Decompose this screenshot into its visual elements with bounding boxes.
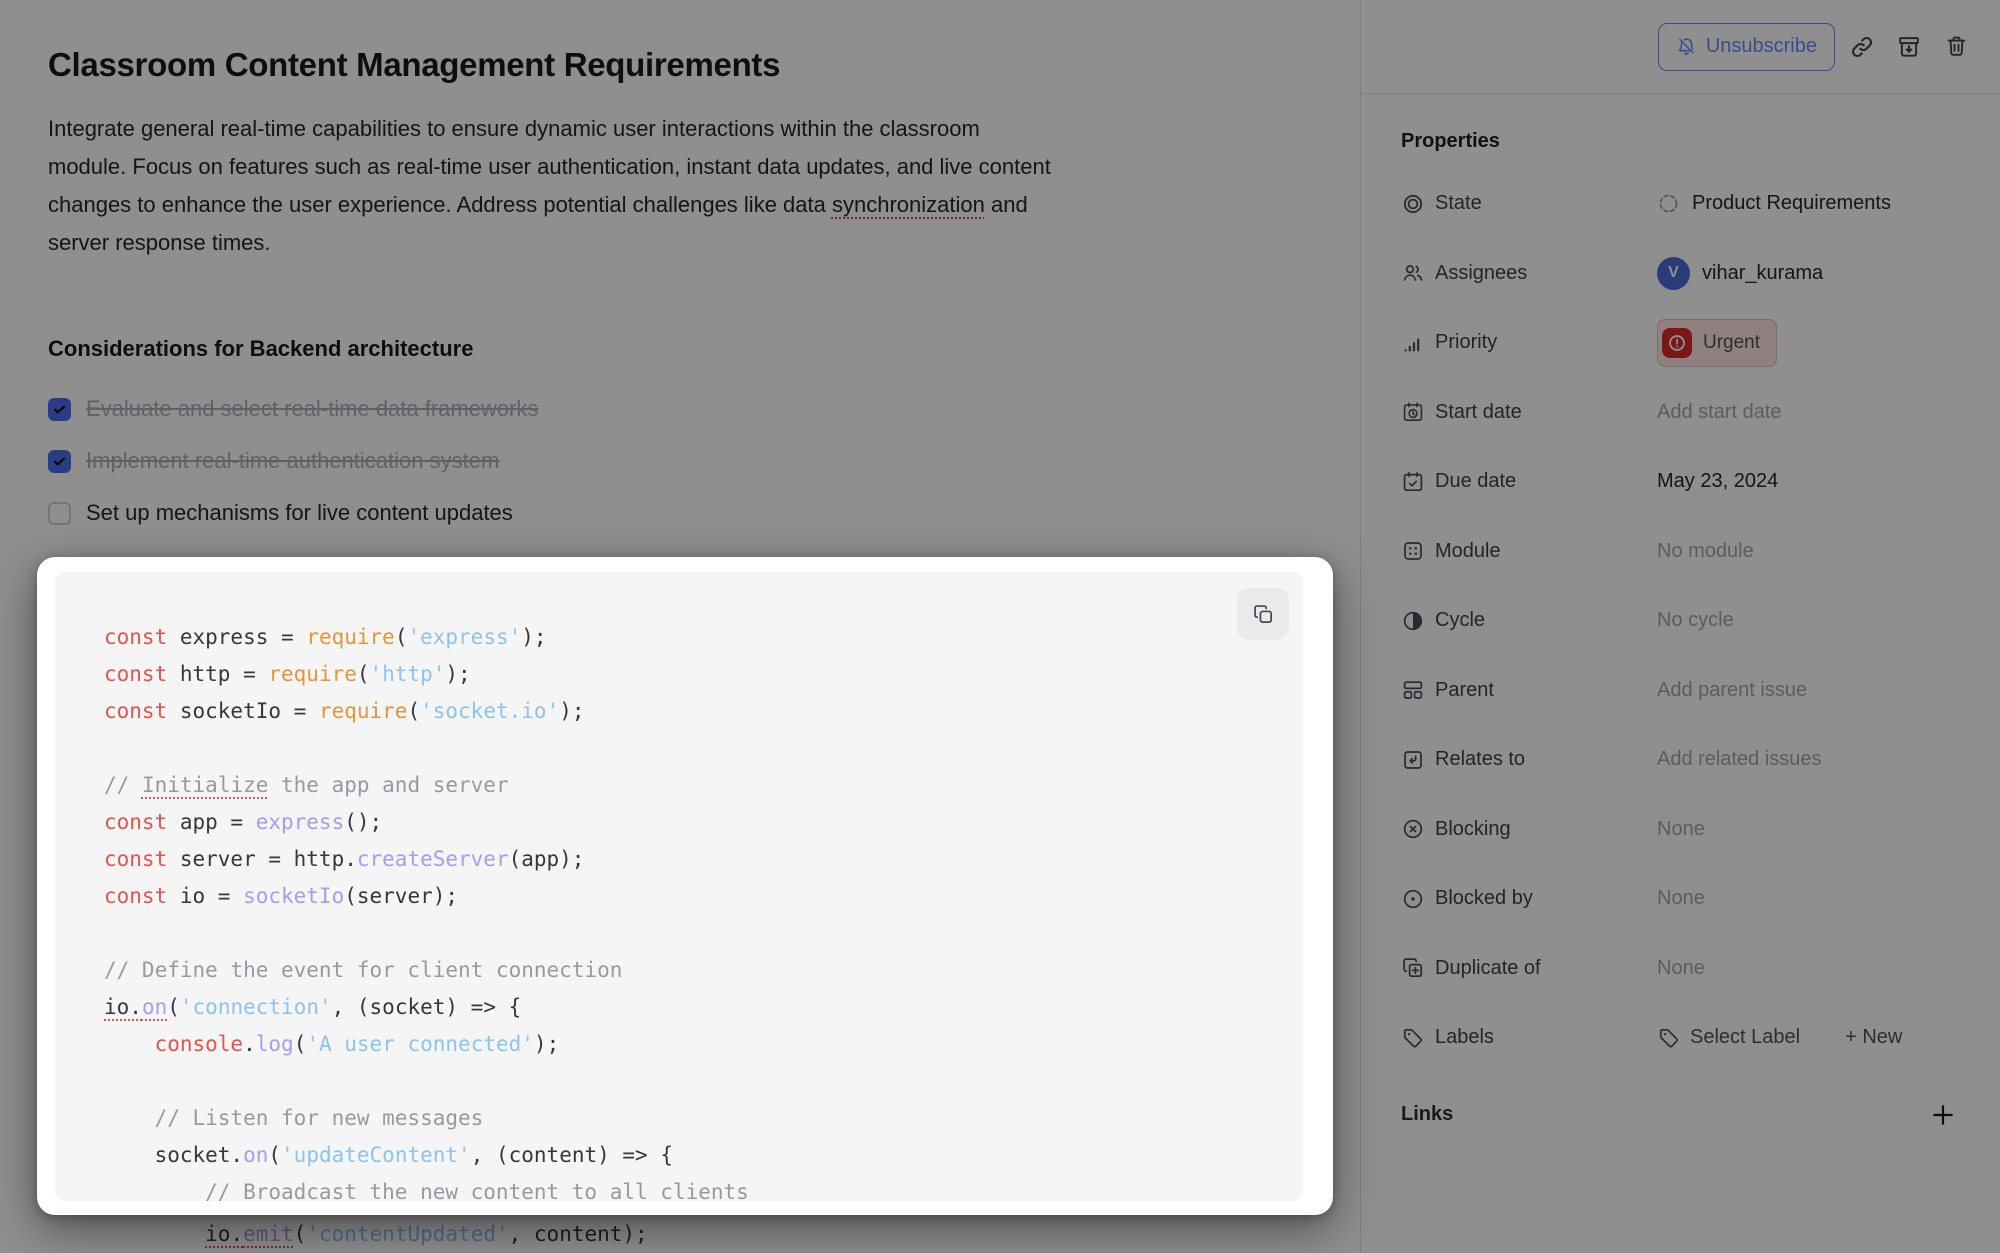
code-block-card: const express = require('express');const… [37, 557, 1333, 1215]
code-line: io.on('connection', (socket) => { [104, 989, 1293, 1026]
code-line: socket.on('updateContent', (content) => … [104, 1137, 1293, 1174]
code-line: const app = express(); [104, 804, 1293, 841]
code-line [104, 730, 1293, 767]
code-line: const socketIo = require('socket.io'); [104, 693, 1293, 730]
code-body[interactable]: const express = require('express');const… [104, 619, 1293, 1201]
code-line: // Initialize the app and server [104, 767, 1293, 804]
code-line: // Listen for new messages [104, 1100, 1293, 1137]
code-line: // Broadcast the new content to all clie… [104, 1174, 1293, 1201]
code-line: const http = require('http'); [104, 656, 1293, 693]
code-panel: const express = require('express');const… [55, 572, 1303, 1201]
code-line: // Define the event for client connectio… [104, 952, 1293, 989]
code-line: const io = socketIo(server); [104, 878, 1293, 915]
code-line: const express = require('express'); [104, 619, 1293, 656]
code-line [104, 915, 1293, 952]
code-line: console.log('A user connected'); [104, 1026, 1293, 1063]
code-line: const server = http.createServer(app); [104, 841, 1293, 878]
code-line [104, 1063, 1293, 1100]
